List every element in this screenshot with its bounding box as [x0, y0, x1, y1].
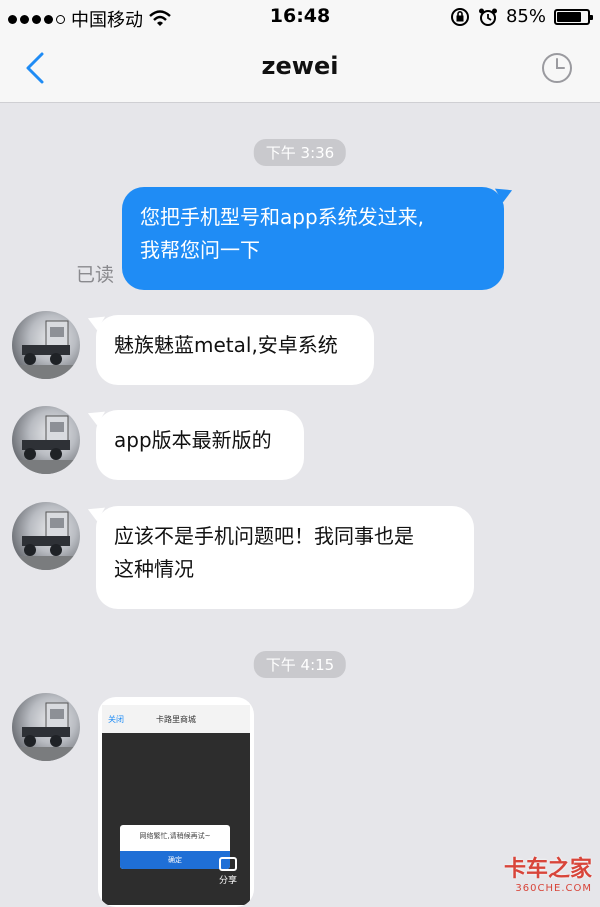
incoming-message-bubble[interactable]: 应该不是手机问题吧！我同事也是 这种情况	[96, 506, 474, 609]
share-button[interactable]: 分享	[214, 857, 242, 893]
timestamp-pill: 下午 4:15	[253, 651, 347, 678]
watermark: 卡车之家 360CHE.COM	[504, 851, 592, 894]
screenshot-thumbnail: 关闭 卡路里商城 网络繁忙,请稍候再试~ 确定 分享	[102, 705, 250, 905]
thumbnail-title: 卡路里商城	[156, 715, 196, 724]
share-label: 分享	[218, 876, 237, 886]
battery-percentage: 85%	[505, 6, 546, 27]
status-right: 85%	[450, 6, 593, 27]
timestamp-pill: 下午 3:36	[253, 139, 347, 166]
watermark-logo: 卡车之家	[503, 857, 592, 882]
truck-avatar-image	[12, 320, 80, 379]
navigation-bar: zewei	[0, 34, 600, 103]
truck-avatar-image	[12, 415, 80, 474]
alarm-icon	[478, 8, 497, 26]
incoming-message-bubble[interactable]: 魅族魅蓝metal,安卓系统	[96, 315, 374, 385]
message-text: 魅族魅蓝metal,安卓系统	[114, 333, 338, 357]
clock-icon[interactable]	[540, 51, 574, 85]
read-receipt: 已读	[76, 264, 115, 286]
message-line: 应该不是手机问题吧！我同事也是	[114, 524, 414, 548]
rotation-lock-icon	[450, 7, 469, 26]
outgoing-message-bubble[interactable]: 您把手机型号和app系统发过来, 我帮您问一下	[122, 187, 504, 290]
message-line: 我帮您问一下	[140, 238, 260, 262]
battery-icon	[554, 8, 593, 25]
status-bar: 中国移动 16:48 85%	[0, 0, 600, 34]
truck-avatar-image	[12, 702, 80, 761]
message-text: app版本最新版的	[114, 428, 272, 452]
avatar[interactable]	[12, 311, 80, 379]
thumbnail-dialog-text: 网络繁忙,请稍候再试~	[139, 832, 211, 840]
watermark-domain: 360CHE.COM	[515, 883, 592, 894]
message-line: 您把手机型号和app系统发过来,	[140, 205, 425, 229]
avatar[interactable]	[12, 406, 80, 474]
avatar[interactable]	[12, 502, 80, 570]
avatar[interactable]	[12, 693, 80, 761]
thumbnail-header: 关闭 卡路里商城	[102, 705, 250, 733]
message-line: 这种情况	[114, 557, 194, 581]
incoming-message-bubble[interactable]: app版本最新版的	[96, 410, 304, 480]
image-message[interactable]: 关闭 卡路里商城 网络繁忙,请稍候再试~ 确定 分享	[98, 697, 254, 907]
share-icon	[219, 857, 237, 871]
battery-fill	[557, 11, 581, 22]
chat-title: zewei	[261, 52, 339, 80]
truck-avatar-image	[12, 511, 80, 570]
